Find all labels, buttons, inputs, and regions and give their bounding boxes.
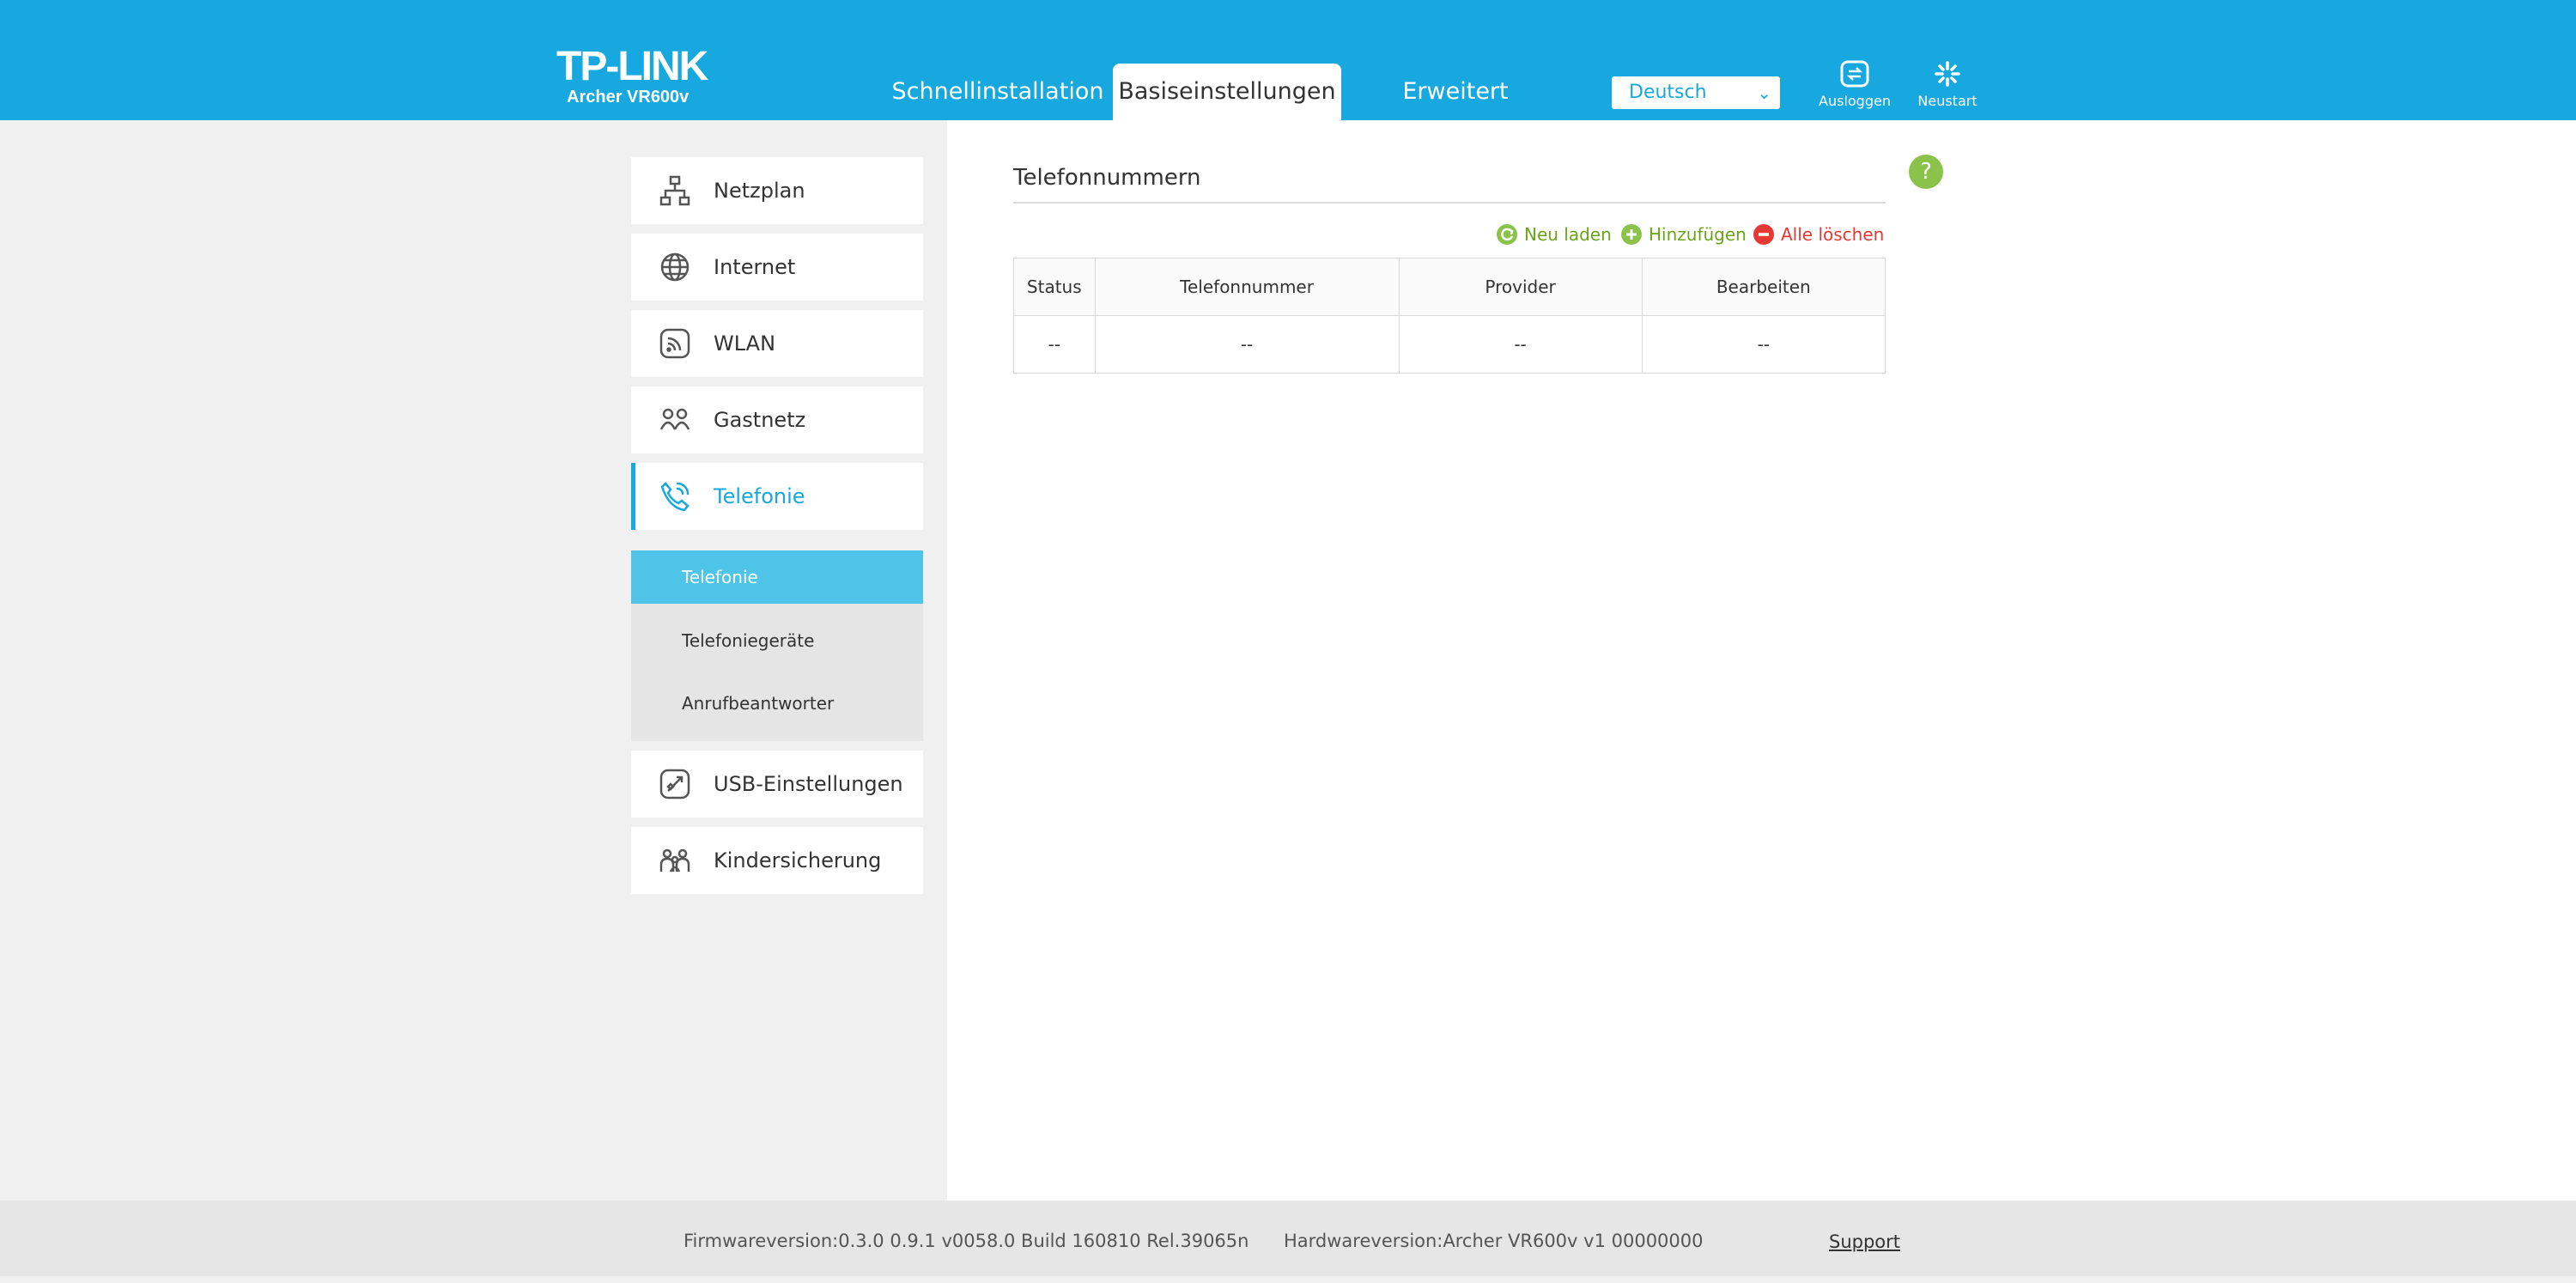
tab-erweitert[interactable]: Erweitert <box>1382 64 1528 120</box>
footer: Firmwareversion:0.3.0 0.9.1 v0058.0 Buil… <box>0 1201 2576 1276</box>
sidebar-item-internet[interactable]: Internet <box>631 234 923 301</box>
tab-basiseinstellungen[interactable]: Basiseinstellungen <box>1113 64 1341 120</box>
sidebar-item-label: Gastnetz <box>714 408 806 432</box>
sidebar-item-gastnetz[interactable]: Gastnetz <box>631 386 923 453</box>
table-row: -- -- -- -- <box>1013 315 1886 374</box>
column-header-telefonnummer: Telefonnummer <box>1094 258 1400 316</box>
logout-icon <box>1840 60 1869 88</box>
sidebar-item-label: Telefonie <box>714 484 805 508</box>
globe-icon <box>660 252 690 282</box>
sidebar-item-telefonie[interactable]: Telefonie <box>631 463 923 530</box>
column-header-provider: Provider <box>1398 258 1643 316</box>
delete-all-button[interactable]: Alle löschen <box>1753 222 1884 247</box>
delete-all-label: Alle löschen <box>1781 224 1885 245</box>
guest-network-icon <box>659 408 690 430</box>
sidebar-item-wlan[interactable]: WLAN <box>631 310 923 377</box>
language-value: Deutsch <box>1629 82 1707 103</box>
subitem-telefoniegeraete[interactable]: Telefoniegeräte <box>631 614 923 667</box>
table-cell: -- <box>1094 315 1400 374</box>
reboot-button[interactable]: Neustart <box>1905 60 1990 109</box>
table-cell: -- <box>1641 315 1886 374</box>
plus-circle-icon <box>1621 223 1642 245</box>
telefonie-submenu: Telefonie Telefoniegeräte Anrufbeantwort… <box>631 550 923 741</box>
language-select[interactable]: Deutsch ⌄ <box>1612 76 1780 109</box>
firmware-version: Firmwareversion:0.3.0 0.9.1 v0058.0 Buil… <box>683 1231 1249 1251</box>
sidebar-item-netzplan[interactable]: Netzplan <box>631 157 923 224</box>
subitem-telefonie[interactable]: Telefonie <box>631 550 923 604</box>
sidebar-item-usb[interactable]: USB-Einstellungen <box>631 751 923 818</box>
minus-circle-icon <box>1753 223 1774 245</box>
section-title: Telefonnummern <box>1013 165 1201 191</box>
add-button[interactable]: Hinzufügen <box>1621 222 1747 247</box>
add-label: Hinzufügen <box>1649 224 1747 245</box>
sidebar-item-label: Internet <box>714 255 796 279</box>
logo-text: TP-LINK <box>556 44 708 89</box>
tp-link-logo: TP-LINK <box>556 44 708 89</box>
sidebar-item-label: USB-Einstellungen <box>714 772 903 796</box>
logout-button[interactable]: Ausloggen <box>1812 60 1898 109</box>
model-name: Archer VR600v <box>567 88 690 106</box>
help-button[interactable]: ? <box>1909 155 1943 189</box>
logout-label: Ausloggen <box>1819 93 1891 109</box>
usb-icon <box>659 769 690 800</box>
reboot-icon <box>1935 61 1960 87</box>
tab-schnellinstallation[interactable]: Schnellinstallation <box>888 64 1108 120</box>
phone-icon <box>660 482 690 512</box>
refresh-icon <box>1497 223 1517 245</box>
parental-control-icon <box>659 848 690 873</box>
top-header: TP-LINK Archer VR600v Schnellinstallatio… <box>0 0 2576 120</box>
sidebar-item-label: Netzplan <box>714 179 805 203</box>
table-header-row: Status Telefonnummer Provider Bearbeiten <box>1013 258 1886 316</box>
sidebar-item-kindersicherung[interactable]: Kindersicherung <box>631 827 923 894</box>
hardware-version: Hardwareversion:Archer VR600v v1 0000000… <box>1284 1231 1704 1251</box>
support-link[interactable]: Support <box>1829 1201 1900 1283</box>
wifi-icon <box>659 328 690 359</box>
network-map-icon <box>659 175 690 206</box>
subitem-anrufbeantworter[interactable]: Anrufbeantworter <box>631 677 923 730</box>
table-cell: -- <box>1398 315 1643 374</box>
table-cell: -- <box>1013 315 1096 374</box>
reload-button[interactable]: Neu laden <box>1497 222 1612 247</box>
section-divider <box>1013 202 1886 204</box>
column-header-status: Status <box>1013 258 1096 316</box>
sidebar-item-label: Kindersicherung <box>714 848 882 873</box>
reboot-label: Neustart <box>1917 93 1978 109</box>
chevron-down-icon: ⌄ <box>1757 82 1771 103</box>
reload-label: Neu laden <box>1524 224 1612 245</box>
phone-numbers-table: Status Telefonnummer Provider Bearbeiten… <box>1013 258 1886 374</box>
sidebar-item-label: WLAN <box>714 331 776 356</box>
column-header-bearbeiten: Bearbeiten <box>1641 258 1886 316</box>
